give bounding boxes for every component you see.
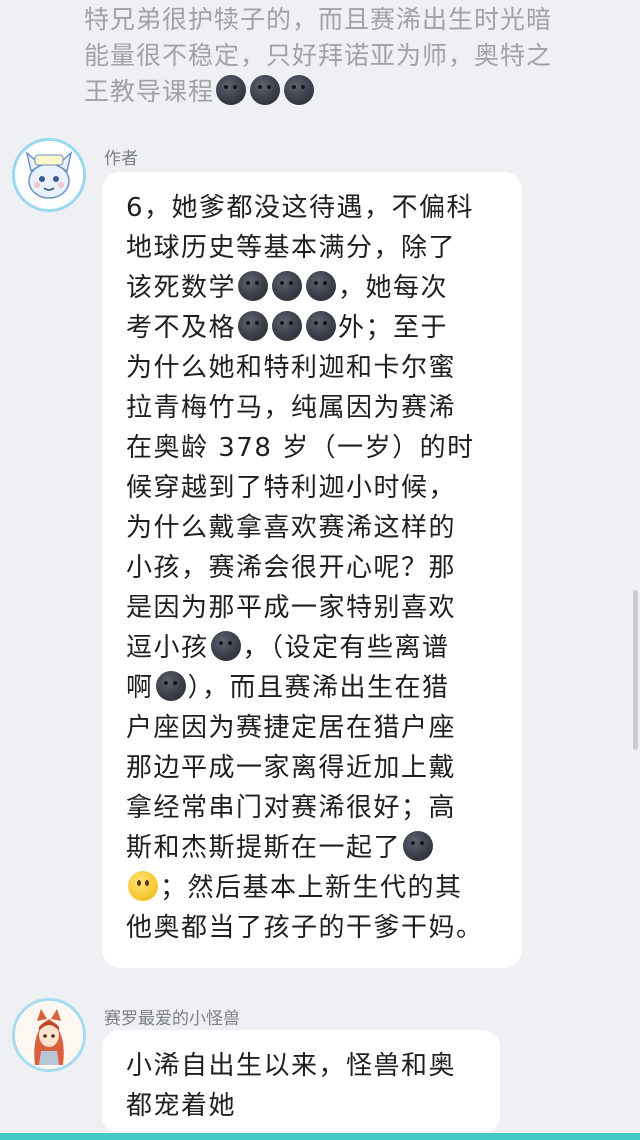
bottom-accent-bar [0, 1133, 640, 1140]
new-moon-face-icon [155, 671, 186, 701]
new-moon-face-icon [238, 271, 269, 301]
slightly-smiling-face-icon [128, 871, 158, 901]
message-line: 考不及格 外；至于 [126, 311, 449, 343]
scrollbar[interactable] [633, 590, 638, 750]
new-moon-face-icon [272, 271, 303, 301]
previous-message-text: 特兄弟很护犊子的，而且赛浠出生时光暗 能量很不稳定，只好拜诺亚为师，奥特之 王教… [84, 2, 604, 110]
previous-message-line: 王教导课程 [84, 74, 604, 110]
new-moon-face-icon [250, 75, 281, 105]
new-moon-face-icon [216, 75, 247, 105]
author-sender-name: 作者 [104, 149, 138, 169]
new-moon-face-icon [306, 271, 337, 301]
message-line: 逗小孩 ，（设定有些离谱 [126, 631, 450, 663]
new-moon-face-icon [403, 831, 434, 861]
message-line: 他奥都当了孩子的干爹干妈。 [126, 913, 484, 943]
message-line: 拉青梅竹马，纯属因为赛浠 [126, 393, 457, 423]
message-line: 是因为那平成一家特别喜欢 [126, 593, 457, 623]
message-line: 那边平成一家离得近加上戴 [126, 753, 457, 783]
message-line: 小浠自出生以来，怪兽和奥 [126, 1051, 457, 1081]
message-line: 6，她爹都没这待遇，不偏科 [126, 193, 475, 223]
message-line: 该死数学 ，她每次 [126, 271, 449, 303]
author-message-bubble[interactable]: 6，她爹都没这待遇，不偏科 地球历史等基本满分，除了 该死数学 ，她每次 考不及格… [102, 172, 522, 968]
reply-avatar[interactable] [12, 998, 86, 1072]
previous-message-line: 能量很不稳定，只好拜诺亚为师，奥特之 [84, 41, 553, 70]
new-moon-face-icon [272, 311, 303, 341]
message-line: 拿经常串门对赛浠很好；高 [126, 793, 457, 823]
reply-message-bubble[interactable]: 小浠自出生以来，怪兽和奥 都宠着她 [102, 1030, 500, 1134]
message-line: 斯和杰斯提斯在一起了 [126, 828, 500, 868]
message-line: 为什么戴拿喜欢赛浠这样的 [126, 513, 457, 543]
message-line: 为什么她和特利迦和卡尔蜜 [126, 353, 457, 383]
message-line: 都宠着她 [126, 1091, 237, 1121]
new-moon-face-icon [210, 631, 241, 661]
message-line: 小孩，赛浠会很开心呢？那 [126, 553, 457, 583]
message-line: ；然后基本上新生代的其 [126, 868, 500, 908]
new-moon-face-icon [284, 75, 315, 105]
anime-girl-avatar-icon [15, 1001, 83, 1069]
previous-message-line: 特兄弟很护犊子的，而且赛浠出生时光暗 [84, 5, 553, 34]
message-line: 户座因为赛捷定居在猎户座 [126, 713, 457, 743]
cartoon-character-avatar-icon [15, 141, 83, 209]
new-moon-face-icon [306, 311, 337, 341]
reply-sender-name: 赛罗最爱的小怪兽 [104, 1009, 240, 1029]
message-line: 在奥龄 378 岁（一岁）的时 [126, 433, 475, 463]
message-line: 地球历史等基本满分，除了 [126, 233, 457, 263]
author-avatar[interactable] [12, 138, 86, 212]
message-line: 啊），而且赛浠出生在猎 [126, 671, 450, 703]
new-moon-face-icon [238, 311, 269, 341]
message-line: 候穿越到了特利迦小时候， [126, 473, 457, 503]
